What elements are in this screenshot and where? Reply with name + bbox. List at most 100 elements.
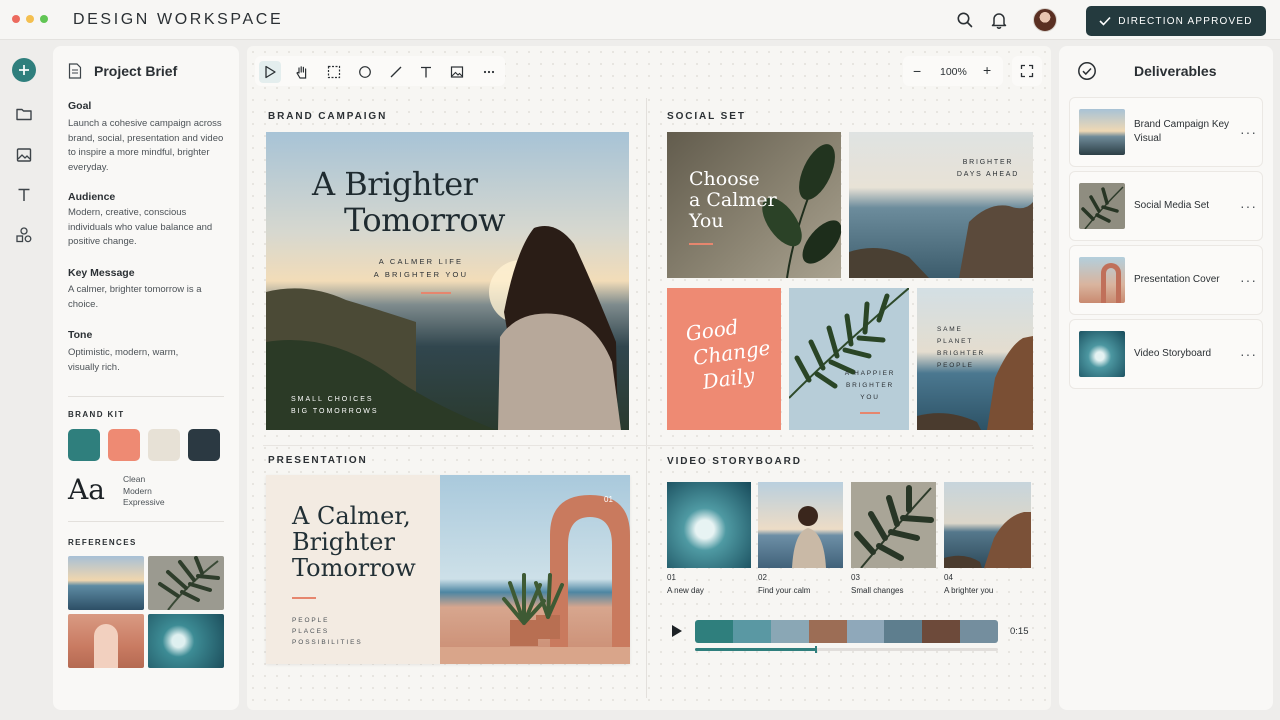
social-post-text: SAME PLANET BRIGHTER PEOPLE — [937, 324, 985, 372]
type-word: Clean — [123, 474, 146, 484]
canvas-toolbar — [255, 56, 505, 86]
direction-approved-button[interactable]: DIRECTION APPROVED — [1086, 6, 1266, 36]
select-tool[interactable] — [259, 61, 281, 83]
timeline-clip — [695, 620, 733, 643]
text-tool-icon — [421, 66, 431, 78]
type-word: Expressive — [123, 497, 165, 507]
palm-image — [789, 288, 909, 399]
deliverable-card[interactable]: Video Storyboard ··· — [1069, 319, 1263, 389]
play-icon[interactable] — [671, 624, 683, 638]
presentation-artboard[interactable]: A Calmer, Brighter Tomorrow PEOPLE PLACE… — [266, 475, 630, 664]
frame-caption: A brighter you — [944, 586, 994, 595]
social-post-happier[interactable]: A HAPPIER BRIGHTER YOU — [789, 288, 909, 430]
fullscreen-button[interactable] — [1012, 56, 1042, 86]
deliverable-card[interactable]: Social Media Set ··· — [1069, 171, 1263, 241]
more-icon[interactable]: ··· — [1240, 272, 1257, 288]
brand-footer-line: BIG TOMORROWS — [291, 408, 379, 415]
folder-icon[interactable] — [15, 105, 33, 123]
zoom-level: 100% — [940, 66, 967, 78]
shapes-icon[interactable] — [15, 226, 33, 244]
more-icon[interactable]: ··· — [1240, 198, 1257, 214]
maximize-window-button[interactable] — [40, 15, 48, 23]
deliverable-card[interactable]: Presentation Cover ··· — [1069, 245, 1263, 315]
minimize-window-button[interactable] — [26, 15, 34, 23]
key-message-text: A calmer, brighter tomorrow is a choice. — [68, 284, 202, 310]
text-tool[interactable] — [415, 61, 437, 83]
timeline-clip — [884, 620, 923, 643]
video-duration: 0:15 — [1010, 626, 1029, 637]
app-title: DESIGN WORKSPACE — [73, 11, 284, 28]
storyboard-frame[interactable] — [851, 482, 936, 568]
storyboard-frame[interactable] — [944, 482, 1031, 568]
brand-headline: A Brighter Tomorrow — [312, 166, 532, 238]
deliverable-card[interactable]: Brand Campaign Key Visual ··· — [1069, 97, 1263, 167]
image-icon[interactable] — [15, 146, 33, 164]
zoom-in-button[interactable]: + — [983, 62, 991, 78]
reference-terracotta-arch[interactable] — [68, 614, 144, 668]
storyboard-frame[interactable] — [667, 482, 751, 568]
social-text-line: BRIGHTER — [846, 382, 894, 389]
frame-caption: A new day — [667, 586, 704, 595]
hand-icon — [296, 66, 307, 79]
brand-footer-line: SMALL CHOICES — [291, 396, 374, 403]
line-tool[interactable] — [385, 61, 407, 83]
close-window-button[interactable] — [12, 15, 20, 23]
terrace-image — [440, 475, 630, 664]
add-button[interactable] — [12, 58, 36, 82]
marquee-tool[interactable] — [323, 61, 345, 83]
social-text-line: DAYS AHEAD — [956, 171, 1020, 178]
more-icon[interactable]: ··· — [1240, 346, 1257, 362]
more-icon — [483, 70, 495, 74]
slide-number: 01 — [604, 495, 613, 504]
swatch-charcoal[interactable] — [188, 429, 220, 461]
arch-shape — [94, 624, 118, 668]
check-icon — [1099, 16, 1111, 26]
timeline-clip — [922, 620, 961, 643]
deliverable-thumbnail — [1079, 109, 1125, 155]
swatch-sand[interactable] — [148, 429, 180, 461]
frame-number: 02 — [758, 573, 767, 582]
deliverable-label: Video Storyboard — [1134, 348, 1212, 359]
more-icon[interactable]: ··· — [1240, 124, 1257, 140]
canvas-divider — [263, 445, 1033, 446]
presentation-headline: A Calmer, Brighter Tomorrow — [292, 503, 416, 581]
image-tool[interactable] — [446, 61, 468, 83]
bell-icon[interactable] — [989, 10, 1009, 30]
swatch-coral[interactable] — [108, 429, 140, 461]
social-post-good-change[interactable]: Good Change Daily — [667, 288, 781, 430]
playhead[interactable] — [815, 646, 818, 653]
storyboard-frame[interactable] — [758, 482, 843, 568]
deliverable-thumbnail — [1079, 183, 1125, 229]
social-post-same-planet[interactable]: SAME PLANET BRIGHTER PEOPLE — [917, 288, 1033, 430]
social-post-brighter-days[interactable]: BRIGHTER DAYS AHEAD — [849, 132, 1033, 278]
brand-campaign-artboard[interactable]: A Brighter Tomorrow A CALMER LIFE A BRIG… — [266, 132, 629, 430]
playback-scrubber[interactable] — [695, 646, 998, 653]
social-text-line: PEOPLE — [937, 362, 974, 369]
avatar[interactable] — [1033, 8, 1057, 32]
zoom-out-button[interactable]: − — [913, 63, 921, 79]
text-icon[interactable] — [15, 186, 33, 204]
reference-sunset-sea[interactable] — [68, 556, 144, 610]
social-text-line: YOU — [860, 394, 880, 401]
social-text-line: SAME — [937, 326, 963, 333]
expand-icon — [1020, 64, 1034, 78]
deliverable-thumbnail — [1079, 331, 1125, 377]
swatch-teal[interactable] — [68, 429, 100, 461]
reference-ocean-wave[interactable] — [148, 614, 224, 668]
social-post-text: BRIGHTER DAYS AHEAD — [949, 157, 1027, 181]
presentation-headline-line: Tomorrow — [292, 554, 416, 582]
video-timeline[interactable] — [695, 620, 998, 643]
social-post-choose-calmer[interactable]: Choose a Calmer You — [667, 132, 841, 278]
arch-illustration — [440, 495, 630, 664]
hand-tool[interactable] — [291, 61, 313, 83]
brand-campaign-label: BRAND CAMPAIGN — [268, 111, 388, 122]
more-tools[interactable] — [478, 61, 500, 83]
approve-label: DIRECTION APPROVED — [1118, 15, 1253, 27]
window-controls — [12, 15, 48, 23]
deliverable-label: Social Media Set — [1134, 200, 1210, 211]
reference-palm-leaf[interactable] — [148, 556, 224, 610]
accent-rule — [421, 292, 451, 294]
audience-heading: Audience — [68, 191, 116, 203]
ellipse-tool[interactable] — [354, 61, 376, 83]
search-icon[interactable] — [955, 10, 975, 30]
